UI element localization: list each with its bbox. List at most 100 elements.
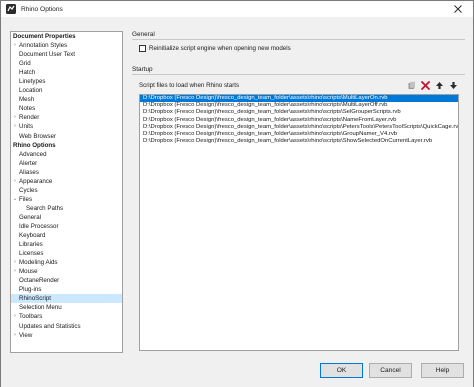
tree-item[interactable]: Notes xyxy=(11,104,122,113)
general-divider xyxy=(132,39,465,40)
tree-item-label: Mesh xyxy=(19,96,35,104)
tree-item-label: Location xyxy=(19,87,43,95)
script-file-item[interactable]: D:\Dropbox (Fresco Design)\fresco_design… xyxy=(140,109,458,116)
startup-divider xyxy=(132,74,465,75)
tree-item[interactable]: Hatch xyxy=(11,68,122,77)
tree-item-label: Keyboard xyxy=(19,232,46,240)
collapsed-chevron-icon[interactable]: › xyxy=(12,312,18,321)
tree-item-label: Selection Menu xyxy=(19,304,62,312)
tree-item[interactable]: Idle Processor xyxy=(11,222,122,231)
collapsed-chevron-icon[interactable]: › xyxy=(12,41,18,50)
tree-item[interactable]: Licenses xyxy=(11,249,122,258)
arrow-down-icon[interactable] xyxy=(448,80,458,90)
expanded-chevron-icon[interactable]: ⌄ xyxy=(12,195,18,204)
tree-item-label: View xyxy=(19,331,33,339)
tree-item-label: Appearance xyxy=(19,177,53,185)
tree-item-label: Toolbars xyxy=(19,313,43,321)
window-title: Rhino Options xyxy=(21,5,63,13)
tree-item[interactable]: Selection Menu xyxy=(11,303,122,312)
script-files-label: Script files to load when Rhino starts xyxy=(139,82,240,89)
tree-item[interactable]: Location xyxy=(11,86,122,95)
collapsed-chevron-icon[interactable]: › xyxy=(12,258,18,267)
tree-item[interactable]: Advanced xyxy=(11,150,122,159)
tree-item[interactable]: Libraries xyxy=(11,240,122,249)
options-tree[interactable]: Document Properties › Annotation Styles Doc… xyxy=(10,31,123,353)
arrow-up-icon[interactable] xyxy=(434,80,444,90)
tree-item-label: Linetypes xyxy=(19,78,46,86)
script-file-item[interactable]: D:\Dropbox (Fresco Design)\fresco_design… xyxy=(140,131,458,138)
tree-item[interactable]: ⌄ Files xyxy=(11,195,122,204)
collapsed-chevron-icon[interactable]: › xyxy=(12,331,18,340)
tree-item-label: Plug-ins xyxy=(19,286,42,294)
tree-item[interactable]: Updates and Statistics xyxy=(11,322,122,331)
general-section-label: General xyxy=(132,31,155,38)
tree-item-label: Annotation Styles xyxy=(19,42,68,50)
script-file-item[interactable]: D:\Dropbox (Fresco Design)\fresco_design… xyxy=(140,124,458,131)
tree-item[interactable]: Linetypes xyxy=(11,77,122,86)
tree-item-label: RhinoScript xyxy=(19,295,51,303)
tree-item-label: Units xyxy=(19,123,34,131)
cancel-button[interactable]: Cancel xyxy=(369,363,412,378)
tree-item[interactable]: Web Browser xyxy=(11,132,122,141)
tree-item[interactable]: Mesh xyxy=(11,95,122,104)
tree-item-label: Render xyxy=(19,114,40,122)
reinitialize-option[interactable]: Reinitialize script engine when opening … xyxy=(139,45,291,52)
tree-item[interactable]: Keyboard xyxy=(11,231,122,240)
script-file-item[interactable]: D:\Dropbox (Fresco Design)\fresco_design… xyxy=(140,117,458,124)
tree-item-label: General xyxy=(19,213,42,221)
tree-item[interactable]: › Units xyxy=(11,122,122,131)
script-file-item[interactable]: D:\Dropbox (Fresco Design)\fresco_design… xyxy=(140,102,458,109)
tree-item[interactable]: Document User Text xyxy=(11,50,122,59)
tree-item[interactable]: Aliases xyxy=(11,168,122,177)
tree-item-label: Search Paths xyxy=(26,204,64,212)
tree-item[interactable]: RhinoScript xyxy=(11,294,122,304)
delete-x-icon[interactable] xyxy=(420,80,430,90)
tree-item[interactable]: › View xyxy=(11,331,122,340)
tree-item-label: Modeling Aids xyxy=(19,259,58,267)
tree-item[interactable]: › Render xyxy=(11,113,122,122)
collapsed-chevron-icon[interactable]: › xyxy=(12,122,18,131)
tree-item[interactable]: OctaneRender xyxy=(11,276,122,285)
tree-item[interactable]: › Toolbars xyxy=(11,312,122,321)
tree-item-label: Updates and Statistics xyxy=(19,322,81,330)
title-bar: Rhino Options xyxy=(1,1,473,17)
tree-item[interactable]: Alerter xyxy=(11,159,122,168)
tree-item[interactable]: › Annotation Styles xyxy=(11,41,122,50)
tree-item[interactable]: Search Paths xyxy=(11,204,122,213)
tree-item[interactable]: Rhino Options xyxy=(11,141,122,150)
reinitialize-checkbox[interactable] xyxy=(139,45,146,52)
tree-item-label: Document Properties xyxy=(13,33,76,40)
tree-item-label: Cycles xyxy=(19,186,38,194)
tree-item-label: Licenses xyxy=(19,250,44,258)
tree-item[interactable]: › Modeling Aids xyxy=(11,258,122,267)
tree-item[interactable]: › Appearance xyxy=(11,177,122,186)
script-file-item[interactable]: D:\Dropbox (Fresco Design)\fresco_design… xyxy=(140,138,458,145)
add-file-icon[interactable] xyxy=(406,80,416,90)
rhino-app-icon xyxy=(6,4,16,14)
script-file-item[interactable]: D:\Dropbox (Fresco Design)\fresco_design… xyxy=(140,95,458,103)
tree-item-label: Hatch xyxy=(19,69,36,77)
tree-item-label: Document User Text xyxy=(19,51,75,59)
close-icon[interactable] xyxy=(443,1,473,17)
tree-item[interactable]: Cycles xyxy=(11,186,122,195)
collapsed-chevron-icon[interactable]: › xyxy=(12,113,18,122)
tree-item[interactable]: Plug-ins xyxy=(11,285,122,294)
startup-scripts-list[interactable]: D:\Dropbox (Fresco Design)\fresco_design… xyxy=(139,94,459,351)
ok-button[interactable]: OK xyxy=(320,363,363,378)
tree-item-label: OctaneRender xyxy=(19,277,60,285)
collapsed-chevron-icon[interactable]: › xyxy=(12,267,18,276)
tree-item-label: Rhino Options xyxy=(13,141,56,149)
tree-item[interactable]: Grid xyxy=(11,59,122,68)
collapsed-chevron-icon[interactable]: › xyxy=(12,177,18,186)
tree-item[interactable]: General xyxy=(11,213,122,222)
rhino-options-window: Rhino Options Document Properties › Annota… xyxy=(0,0,474,387)
tree-item[interactable]: › Mouse xyxy=(11,267,122,276)
tree-item-label: Web Browser xyxy=(19,132,57,140)
tree-item-label: Libraries xyxy=(19,241,43,249)
tree-item[interactable]: Document Properties xyxy=(11,32,122,41)
help-button[interactable]: Help xyxy=(421,363,464,378)
reinitialize-label: Reinitialize script engine when opening … xyxy=(149,45,291,52)
tree-item-label: Mouse xyxy=(19,268,38,276)
tree-item-label: Idle Processor xyxy=(19,222,59,230)
tree-item-label: Notes xyxy=(19,105,36,113)
